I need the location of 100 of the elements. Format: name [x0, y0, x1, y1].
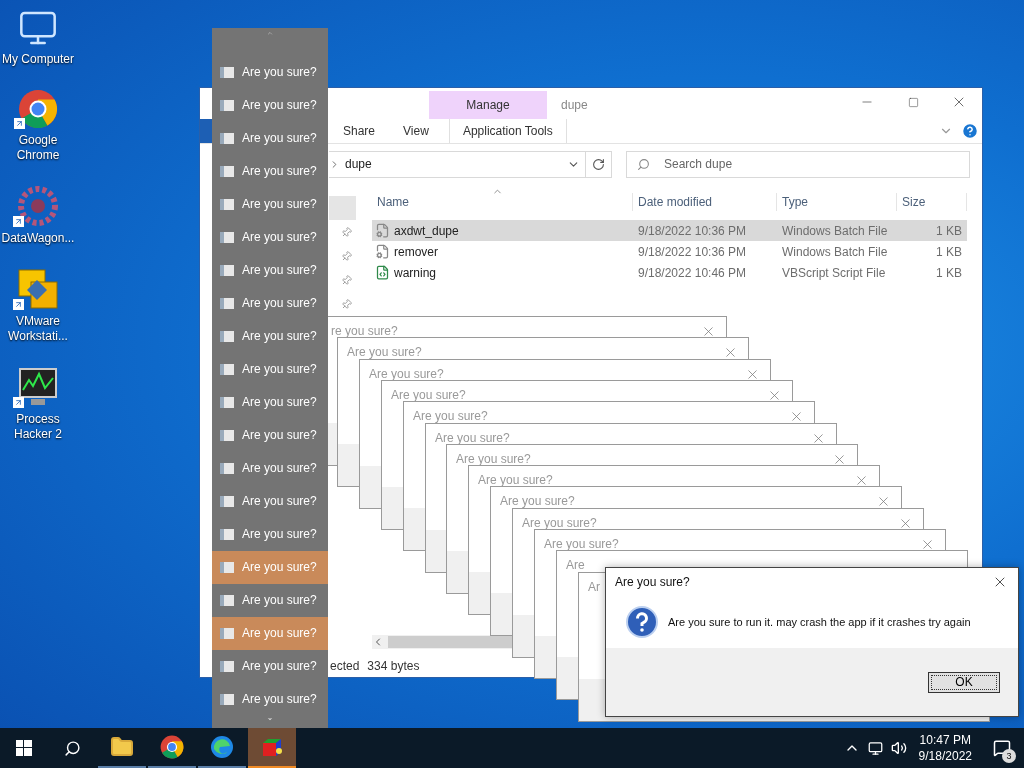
window-list-item[interactable]: Are you sure?: [212, 253, 328, 287]
desktop-icon-label[interactable]: Google Chrome: [0, 133, 76, 163]
column-header[interactable]: Name: [372, 193, 633, 211]
edge-logo-icon: [210, 735, 234, 759]
dialog-title: Are you sure?: [347, 344, 422, 361]
dialog-title: Are you sure?: [478, 472, 553, 489]
gear-file-icon: [375, 244, 390, 259]
desktop-icon-label[interactable]: My Computer: [2, 52, 74, 67]
help-icon[interactable]: [961, 122, 979, 140]
window-icon: [220, 66, 234, 78]
window-icon: [220, 594, 234, 606]
window-list-item[interactable]: Are you sure?: [212, 55, 328, 89]
window-icon: [220, 561, 234, 573]
window-list-item[interactable]: Are you sure?: [212, 220, 328, 254]
desktop-icon-label[interactable]: Process Hacker 2: [0, 412, 76, 442]
window-icon: [220, 495, 234, 507]
vmware-logo-icon: [17, 268, 59, 310]
window-icon: [220, 99, 234, 111]
address-bar[interactable]: dupe: [329, 150, 586, 178]
window-list-item[interactable]: Are you sure?: [212, 154, 328, 188]
window-list-item[interactable]: Are you sure?: [212, 385, 328, 419]
dialog-title: Are you sure?: [435, 430, 510, 447]
dialog-message: Are you sure to run it. may crash the app if it crashes try again: [668, 614, 971, 630]
window-icon: [220, 330, 234, 342]
file-row[interactable]: warning 9/18/2022 10:46 PM VBScript Script File 1 KB: [372, 262, 967, 283]
window-list-item[interactable]: Are you sure?: [212, 451, 328, 485]
windows-logo-icon: [16, 740, 32, 756]
window-list-item[interactable]: Are you sure?: [212, 682, 328, 716]
column-header[interactable]: Size: [897, 193, 967, 211]
desktop-icon-label[interactable]: VMware Workstati...: [0, 314, 76, 344]
folder-icon: [110, 735, 134, 759]
dialog-title: re you sure?: [331, 323, 398, 340]
notification-count: 3: [1002, 749, 1016, 763]
window-list-item[interactable]: Are you sure?: [212, 352, 328, 386]
clock[interactable]: 10:47 PM 9/18/2022: [910, 732, 980, 764]
window-list-item[interactable]: Are you sure?: [212, 319, 328, 353]
window-icon: [220, 264, 234, 276]
dialog-title: Are you sure?: [413, 408, 488, 425]
window-icon: [220, 231, 234, 243]
window-icon: [220, 297, 234, 309]
volume-icon[interactable]: [890, 740, 907, 756]
status-selection: ected: [330, 658, 360, 675]
script-file-icon: [375, 265, 390, 280]
window-icon: [220, 429, 234, 441]
file-row[interactable]: remover 9/18/2022 10:36 PM Windows Batch File 1 KB: [372, 241, 967, 262]
window-icon: [220, 693, 234, 705]
window-icon: [220, 363, 234, 375]
window-icon: [220, 462, 234, 474]
window-list-item[interactable]: Are you sure?: [212, 187, 328, 221]
window-list-item[interactable]: Are you sure?: [212, 88, 328, 122]
dialog-title: Are you sure?: [500, 493, 575, 510]
dialog-title: Are you sure?: [615, 574, 690, 591]
context-tab-header: Manage: [429, 91, 547, 119]
window-icon: [220, 396, 234, 408]
search-field[interactable]: Search dupe: [626, 150, 970, 178]
status-size: 334 bytes: [367, 658, 420, 675]
window-icon: [220, 660, 234, 672]
refresh-button[interactable]: [586, 150, 612, 178]
window-icon: [220, 165, 234, 177]
window-list-item[interactable]: Are you sure?: [212, 517, 328, 551]
column-header[interactable]: Type: [777, 193, 897, 211]
ok-button[interactable]: OK: [928, 671, 1000, 693]
maximize-icon: [907, 96, 919, 108]
question-icon: [626, 606, 658, 638]
window-icon: [220, 627, 234, 639]
dialog-title: Ar: [588, 579, 600, 596]
window-list-item[interactable]: Are you sure?: [212, 121, 328, 155]
window-list-item[interactable]: Are you sure?: [212, 484, 328, 518]
chat-bubble-icon: [993, 739, 1011, 757]
desktop-icon-label[interactable]: DataWagon...: [1, 231, 75, 246]
scroll-up-icon[interactable]: [265, 30, 275, 37]
search-icon: [63, 739, 81, 757]
window-icon: [220, 198, 234, 210]
dialog-title: Are: [566, 557, 585, 574]
refresh-icon: [592, 157, 605, 171]
window-list-item[interactable]: Are you sure?: [212, 649, 328, 683]
scroll-down-icon[interactable]: [265, 715, 275, 722]
dialog-title: Are you sure?: [522, 515, 597, 532]
search-icon: [637, 157, 650, 171]
window-icon: [220, 528, 234, 540]
gear-icon: [17, 185, 59, 227]
monitor-graph-icon: [17, 366, 59, 408]
dialog-title: Are you sure?: [544, 536, 619, 553]
gear-file-icon: [375, 223, 390, 238]
chrome-logo-icon: [18, 89, 58, 129]
column-header[interactable]: Date modified: [633, 193, 777, 211]
dialog-title: Are you sure?: [456, 451, 531, 468]
window-list-item[interactable]: Are you sure?: [212, 286, 328, 320]
chrome-logo-icon: [160, 735, 184, 759]
dialog-title: Are you sure?: [391, 387, 466, 404]
notification-button[interactable]: 3: [980, 728, 1024, 768]
file-row[interactable]: axdwt_dupe 9/18/2022 10:36 PM Windows Batch File 1 KB: [372, 220, 967, 241]
network-icon[interactable]: [867, 740, 883, 756]
window-title: dupe: [561, 97, 588, 114]
window-list-item[interactable]: Are you sure?: [212, 418, 328, 452]
ribbon-tab[interactable]: Share: [329, 119, 390, 143]
window-icon: [220, 132, 234, 144]
ribbon-tab[interactable]: View: [389, 119, 443, 143]
dialog-title: Are you sure?: [369, 366, 444, 383]
window-list-item[interactable]: Are you sure?: [212, 583, 328, 617]
